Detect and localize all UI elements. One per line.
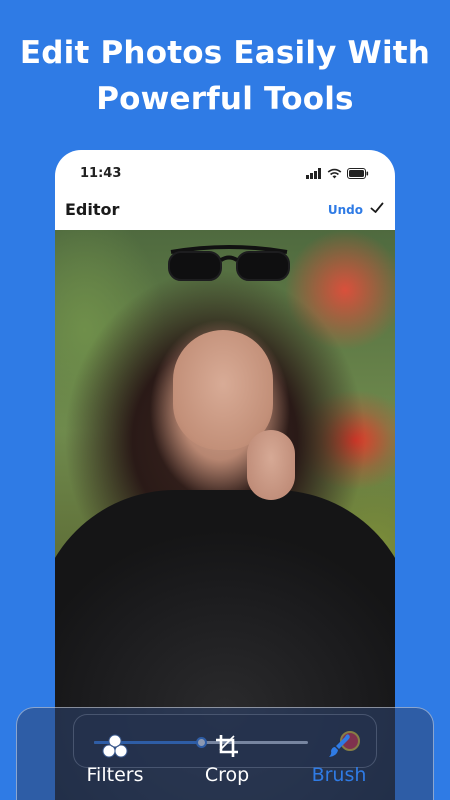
- crop-icon: [216, 735, 238, 757]
- undo-button[interactable]: Undo: [328, 203, 363, 217]
- editing-toolbar: Filters Crop Brush: [16, 707, 434, 800]
- editor-title: Editor: [65, 200, 120, 219]
- wifi-icon: [327, 168, 342, 179]
- headline-line-1: Edit Photos Easily With: [19, 35, 431, 71]
- status-icons: [306, 168, 369, 179]
- phone-mockup: 11:43 Editor Undo: [55, 150, 395, 800]
- status-bar: 11:43: [55, 150, 395, 196]
- sunglasses-graphic: [168, 245, 290, 281]
- headline-line-2: Powerful Tools: [96, 81, 354, 117]
- promo-headline: Edit Photos Easily With Powerful Tools: [0, 30, 450, 122]
- tool-crop-label: Crop: [204, 764, 250, 786]
- tool-brush[interactable]: Brush: [284, 732, 394, 786]
- photo-subject-hand: [247, 430, 295, 500]
- editor-header: Editor Undo: [55, 196, 395, 230]
- tool-crop[interactable]: Crop: [172, 732, 282, 786]
- battery-icon: [347, 168, 369, 179]
- filters-icon: [102, 734, 128, 758]
- tool-brush-label: Brush: [311, 764, 367, 786]
- tool-filters[interactable]: Filters: [60, 732, 170, 786]
- check-icon[interactable]: [369, 200, 385, 216]
- photo-subject-face: [173, 330, 273, 450]
- tool-filters-label: Filters: [86, 764, 144, 786]
- signal-icon: [306, 168, 321, 179]
- status-time: 11:43: [80, 166, 122, 181]
- brush-icon: [329, 734, 350, 757]
